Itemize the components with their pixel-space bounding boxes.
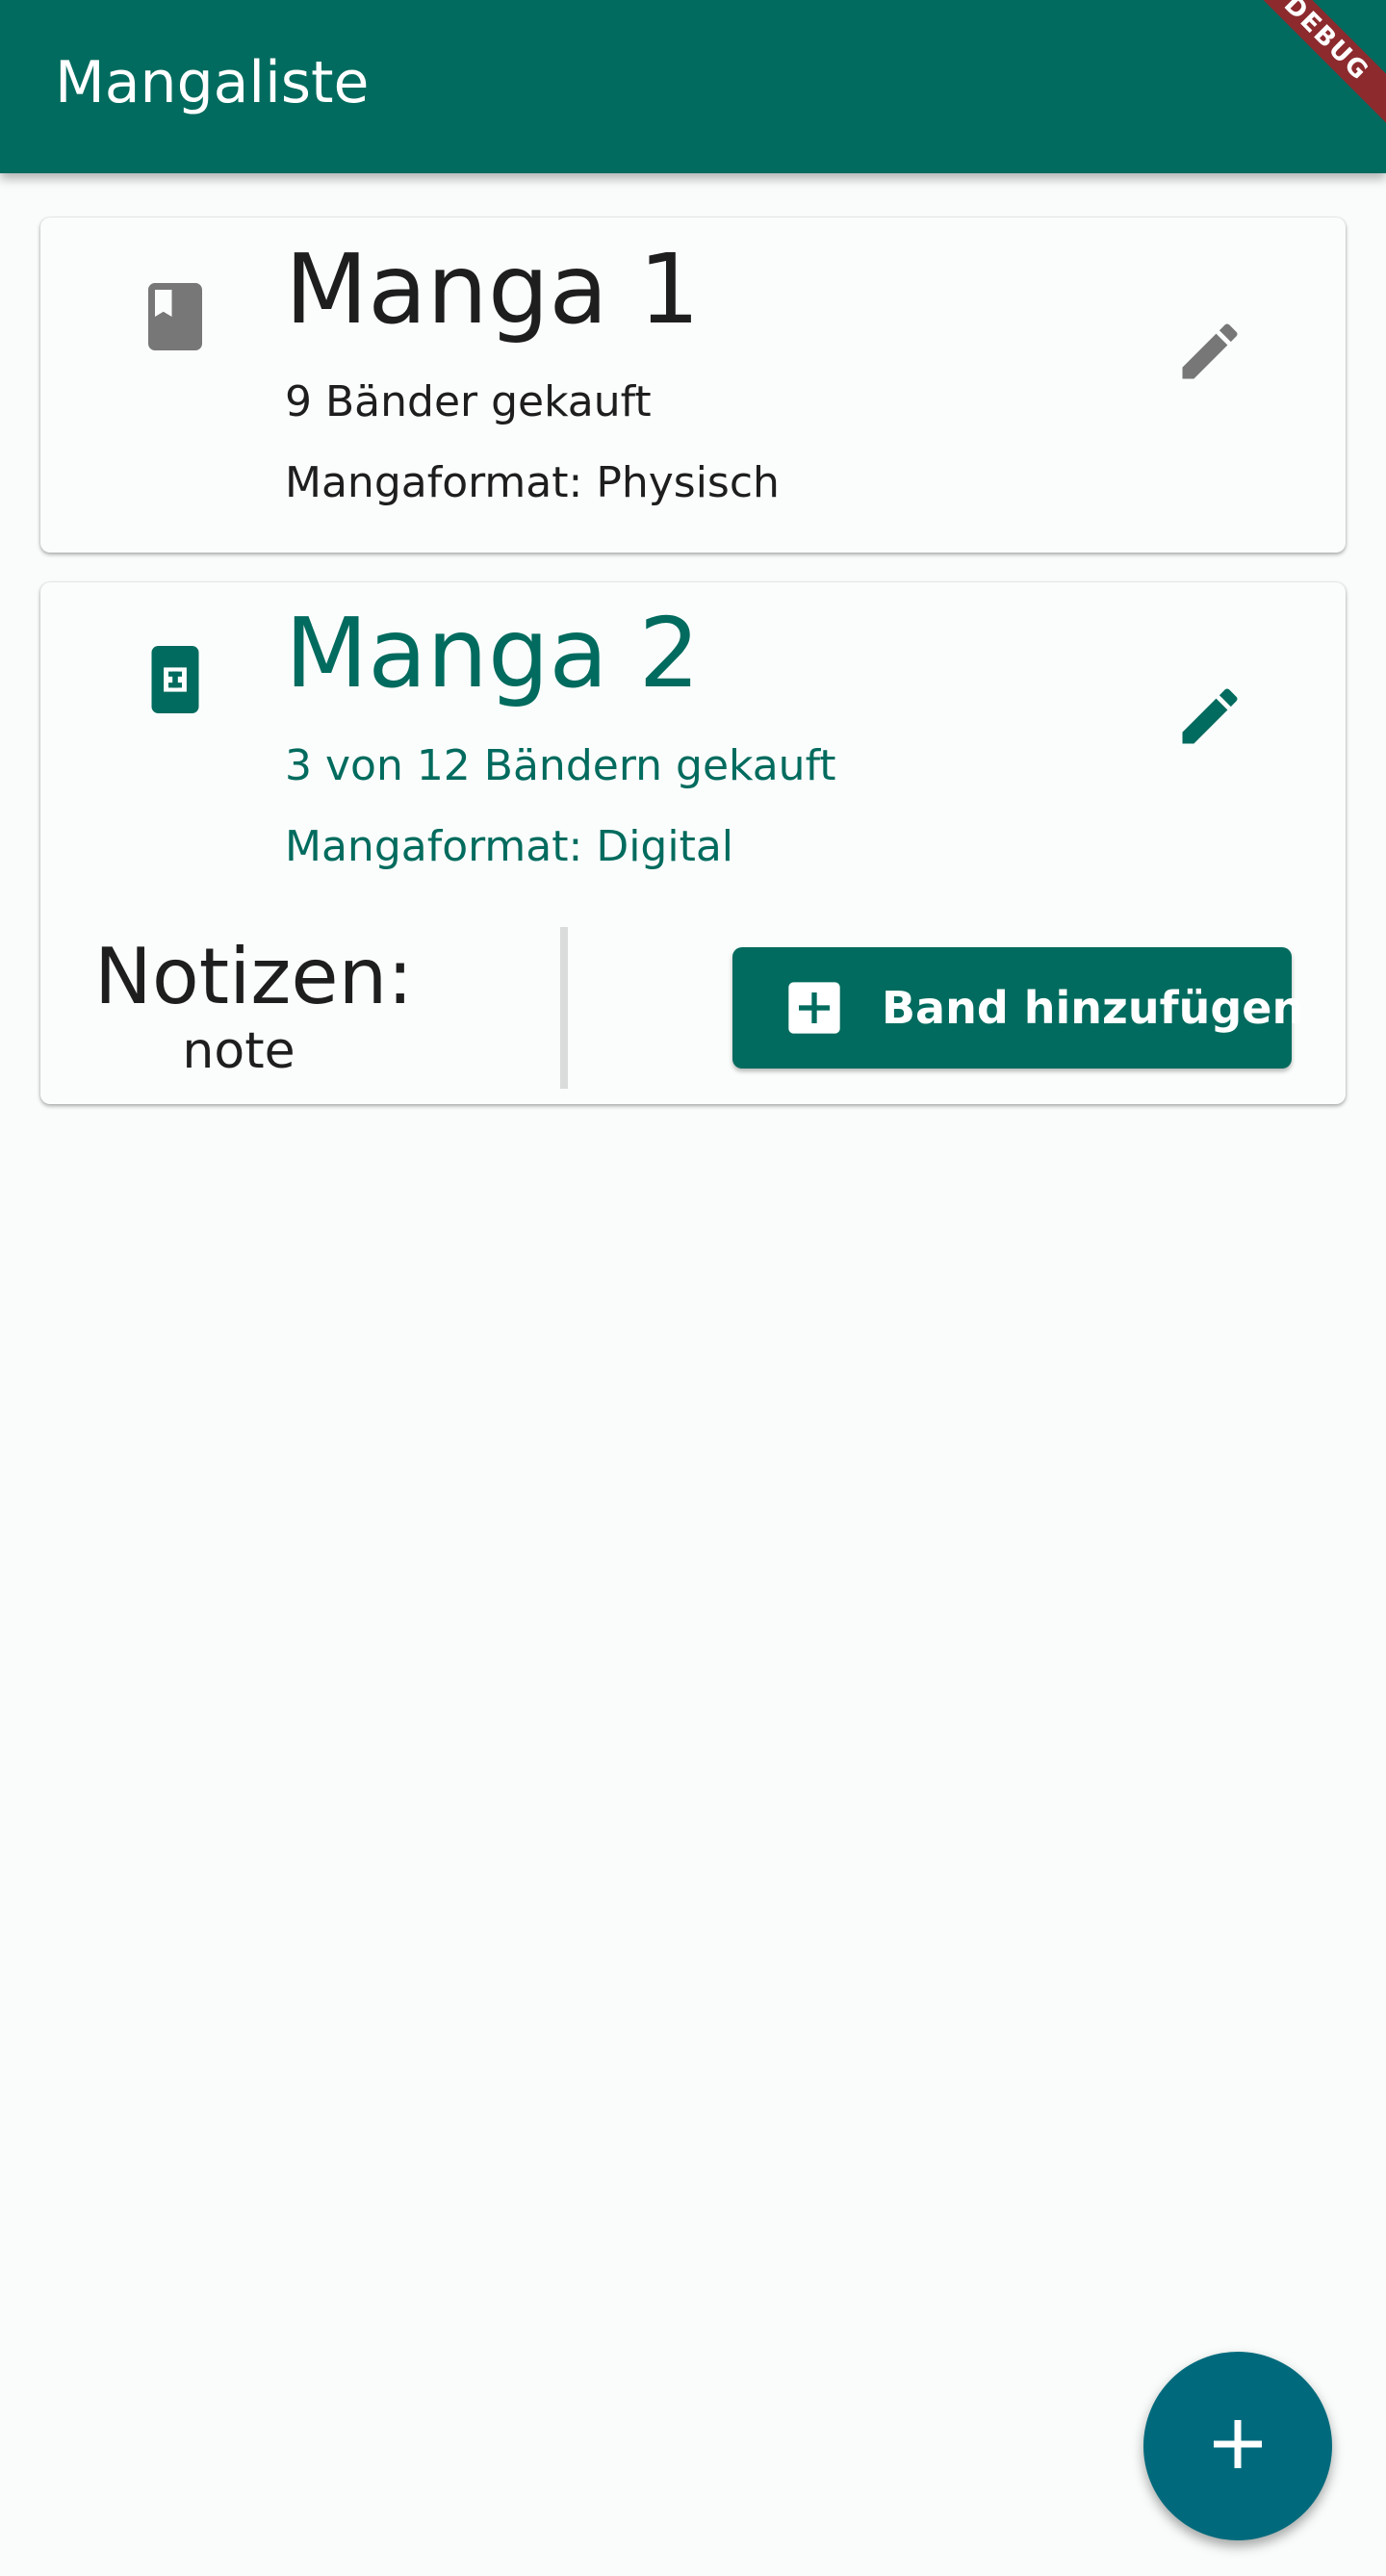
manga-card[interactable]: Manga 1 9 Bänder gekauft Mangaformat: Ph… — [40, 218, 1346, 553]
notes-value: note — [182, 1022, 295, 1080]
pencil-icon — [1173, 315, 1246, 392]
book-icon — [135, 276, 216, 357]
manga-title: Manga 2 — [285, 597, 701, 709]
manga-volumes: 9 Bänder gekauft — [285, 377, 652, 426]
vertical-divider — [560, 927, 568, 1089]
tablet-icon — [135, 639, 216, 720]
manga-card[interactable]: Manga 2 3 von 12 Bändern gekauft Mangafo… — [40, 582, 1346, 1104]
add-box-icon — [783, 977, 845, 1039]
notes-label: Notizen: — [94, 932, 414, 1021]
add-volume-button[interactable]: Band hinzufügen — [732, 947, 1303, 1069]
add-volume-label: Band hinzufügen — [882, 982, 1304, 1034]
debug-banner: DEBUG — [1212, 0, 1386, 153]
app-title: Mangaliste — [55, 49, 370, 116]
app-bar: Mangaliste DEBUG — [0, 0, 1386, 173]
manga-format: Mangaformat: Physisch — [285, 458, 780, 507]
pencil-icon — [1173, 680, 1246, 757]
edit-button[interactable] — [1157, 300, 1263, 406]
manga-title: Manga 1 — [285, 233, 701, 346]
manga-volumes: 3 von 12 Bändern gekauft — [285, 741, 836, 790]
edit-button[interactable] — [1157, 665, 1263, 771]
plus-icon — [1209, 2415, 1267, 2477]
add-manga-fab[interactable] — [1143, 2352, 1332, 2540]
manga-format: Mangaformat: Digital — [285, 822, 734, 871]
